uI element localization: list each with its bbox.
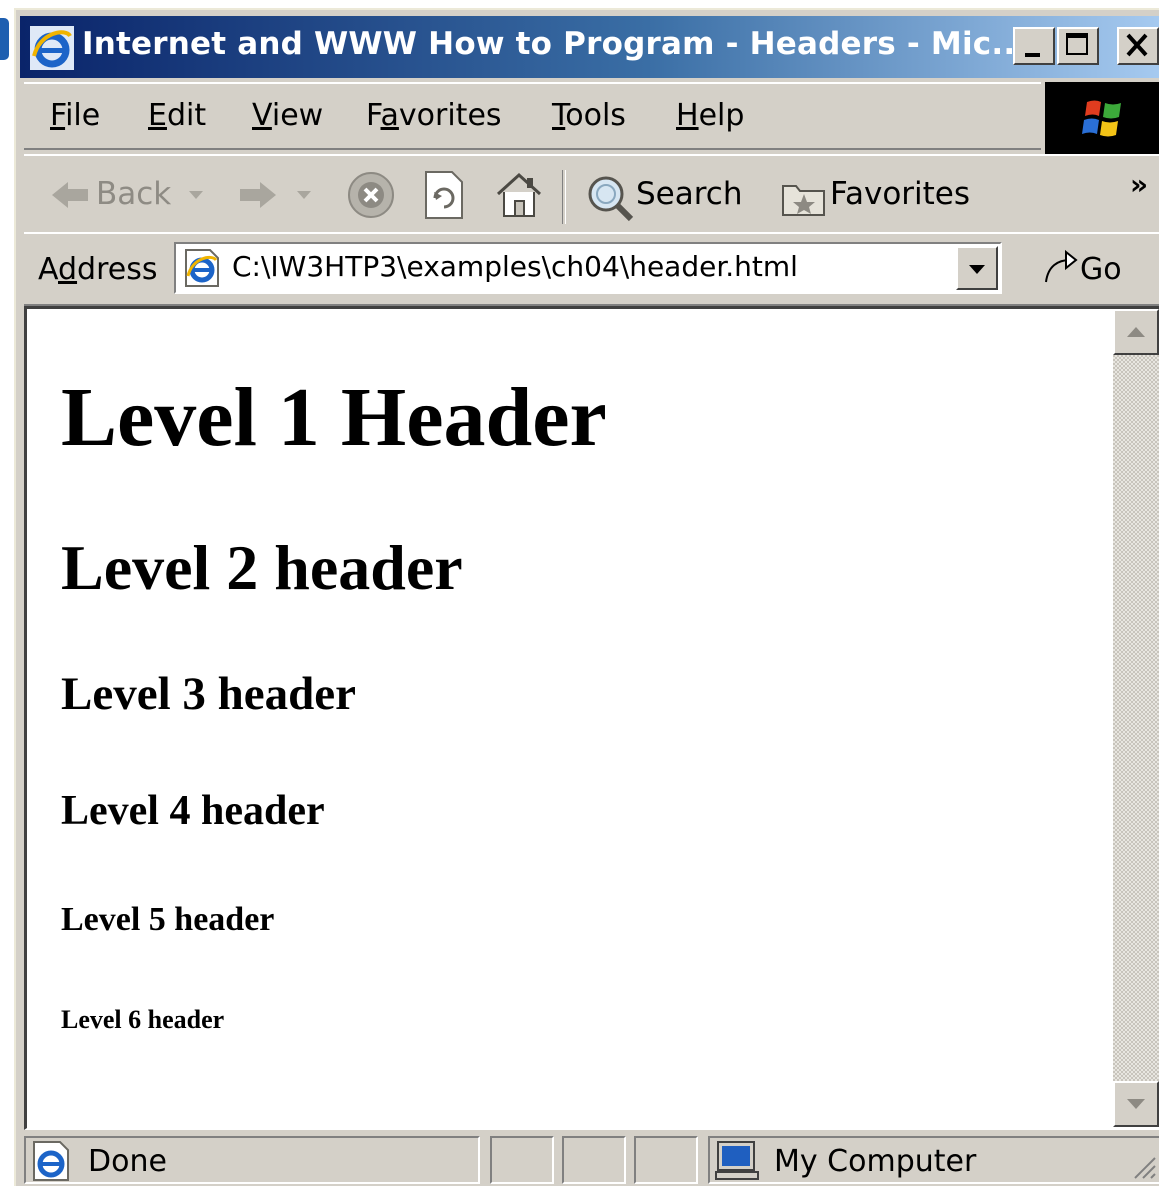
go-button[interactable]: Go <box>1040 242 1144 294</box>
browser-window: Internet and WWW How to Program - Header… <box>14 8 1159 1186</box>
menu-tools-rest: ools <box>565 98 626 133</box>
menu-file-rest: ile <box>65 98 101 133</box>
heading-level-5: Level 5 header <box>61 901 275 938</box>
vertical-scrollbar[interactable] <box>1113 309 1159 1127</box>
status-main-pane: Done <box>24 1136 480 1184</box>
menu-help[interactable]: Help <box>676 98 744 133</box>
go-label: Go <box>1080 252 1122 287</box>
address-label: Address <box>38 252 157 287</box>
minimize-button[interactable] <box>1013 27 1055 65</box>
maximize-icon <box>1066 33 1088 55</box>
scroll-down-button[interactable] <box>1113 1081 1159 1127</box>
status-pane-secure <box>562 1136 626 1184</box>
resize-grip-icon[interactable] <box>1131 1154 1157 1180</box>
desktop-edge <box>0 18 9 60</box>
toolbar-chevron[interactable]: » <box>1130 168 1148 201</box>
forward-dropdown-icon[interactable] <box>296 190 312 200</box>
back-label: Back <box>96 176 172 212</box>
menu-favorites[interactable]: Favorites <box>366 98 502 133</box>
menu-bar: File Edit View Favorites Tools Help <box>24 82 1041 150</box>
forward-button[interactable] <box>230 156 326 232</box>
stop-button[interactable] <box>342 156 400 232</box>
scroll-up-button[interactable] <box>1113 309 1159 355</box>
heading-level-4: Level 4 header <box>61 788 325 834</box>
toolbar-separator <box>562 170 566 224</box>
menu-favorites-pre: F <box>366 98 381 133</box>
search-icon <box>588 176 634 222</box>
menu-edit[interactable]: Edit <box>148 98 206 133</box>
window-title: Internet and WWW How to Program - Header… <box>82 26 1028 62</box>
menu-view-accel: V <box>252 98 272 133</box>
minimize-icon <box>1025 53 1040 57</box>
menu-file-accel: F <box>50 98 66 133</box>
zone-text: My Computer <box>774 1144 977 1179</box>
status-pane-progress <box>490 1136 554 1184</box>
search-label: Search <box>636 176 743 212</box>
page-content: Level 1 Header Level 2 header Level 3 he… <box>27 309 1113 1127</box>
address-input[interactable] <box>232 250 932 283</box>
heading-level-2: Level 2 header <box>61 532 463 603</box>
menu-file[interactable]: File <box>50 98 100 133</box>
favorites-folder-icon <box>782 185 825 216</box>
status-pane-privacy <box>634 1136 698 1184</box>
menu-favorites-rest: vorites <box>398 98 502 133</box>
menu-favorites-accel: a <box>380 98 399 133</box>
address-dropdown-button[interactable] <box>956 246 998 290</box>
menu-help-rest: elp <box>698 98 745 133</box>
back-arrow-icon <box>52 182 88 208</box>
favorites-button[interactable]: Favorites <box>776 156 986 232</box>
menu-help-accel: H <box>676 98 699 133</box>
menu-edit-accel: E <box>148 98 167 133</box>
page-viewport: Level 1 Header Level 2 header Level 3 he… <box>24 306 1159 1130</box>
heading-level-1: Level 1 Header <box>61 371 607 464</box>
title-bar[interactable]: Internet and WWW How to Program - Header… <box>20 16 1159 78</box>
favorites-label: Favorites <box>830 176 971 212</box>
ie-logo-icon <box>30 26 74 70</box>
go-arrow-icon <box>1045 249 1078 283</box>
back-button[interactable]: Back <box>42 156 214 232</box>
close-icon <box>1126 33 1148 57</box>
address-bar: Address Go <box>24 232 1159 306</box>
address-label-pre: A <box>38 252 58 287</box>
forward-arrow-icon <box>240 182 276 208</box>
scroll-up-arrow-icon <box>1127 327 1145 337</box>
status-zone-pane: My Computer <box>708 1136 1159 1184</box>
maximize-button[interactable] <box>1057 27 1099 65</box>
address-field[interactable] <box>174 242 1002 294</box>
refresh-button[interactable] <box>416 156 472 232</box>
heading-level-6: Level 6 header <box>61 1005 225 1034</box>
address-label-accel: d <box>58 252 78 287</box>
home-button[interactable] <box>490 156 548 232</box>
back-dropdown-icon[interactable] <box>188 190 204 200</box>
stop-icon <box>348 172 394 218</box>
menu-tools-accel: T <box>552 98 566 133</box>
menu-tools[interactable]: Tools <box>552 98 626 133</box>
heading-level-3: Level 3 header <box>61 668 356 720</box>
home-icon <box>496 172 542 217</box>
address-label-rest: dress <box>77 252 158 287</box>
page-ie-icon <box>185 249 219 287</box>
scroll-down-arrow-icon <box>1127 1099 1145 1109</box>
menu-edit-rest: dit <box>166 98 207 133</box>
menu-view-rest: iew <box>271 98 324 133</box>
my-computer-icon <box>715 1141 759 1180</box>
refresh-icon <box>425 171 463 219</box>
page-done-icon <box>33 1141 69 1181</box>
status-text: Done <box>88 1144 167 1179</box>
close-button[interactable] <box>1117 27 1159 65</box>
windows-logo-throbber <box>1045 82 1159 154</box>
windows-flag-icon <box>1082 100 1121 137</box>
chevron-down-icon <box>969 265 985 274</box>
status-bar: Done My Computer <box>24 1132 1159 1186</box>
search-button[interactable]: Search <box>578 156 748 232</box>
menu-view[interactable]: View <box>252 98 323 133</box>
standard-toolbar: Back Search Favorites » <box>24 154 1159 234</box>
